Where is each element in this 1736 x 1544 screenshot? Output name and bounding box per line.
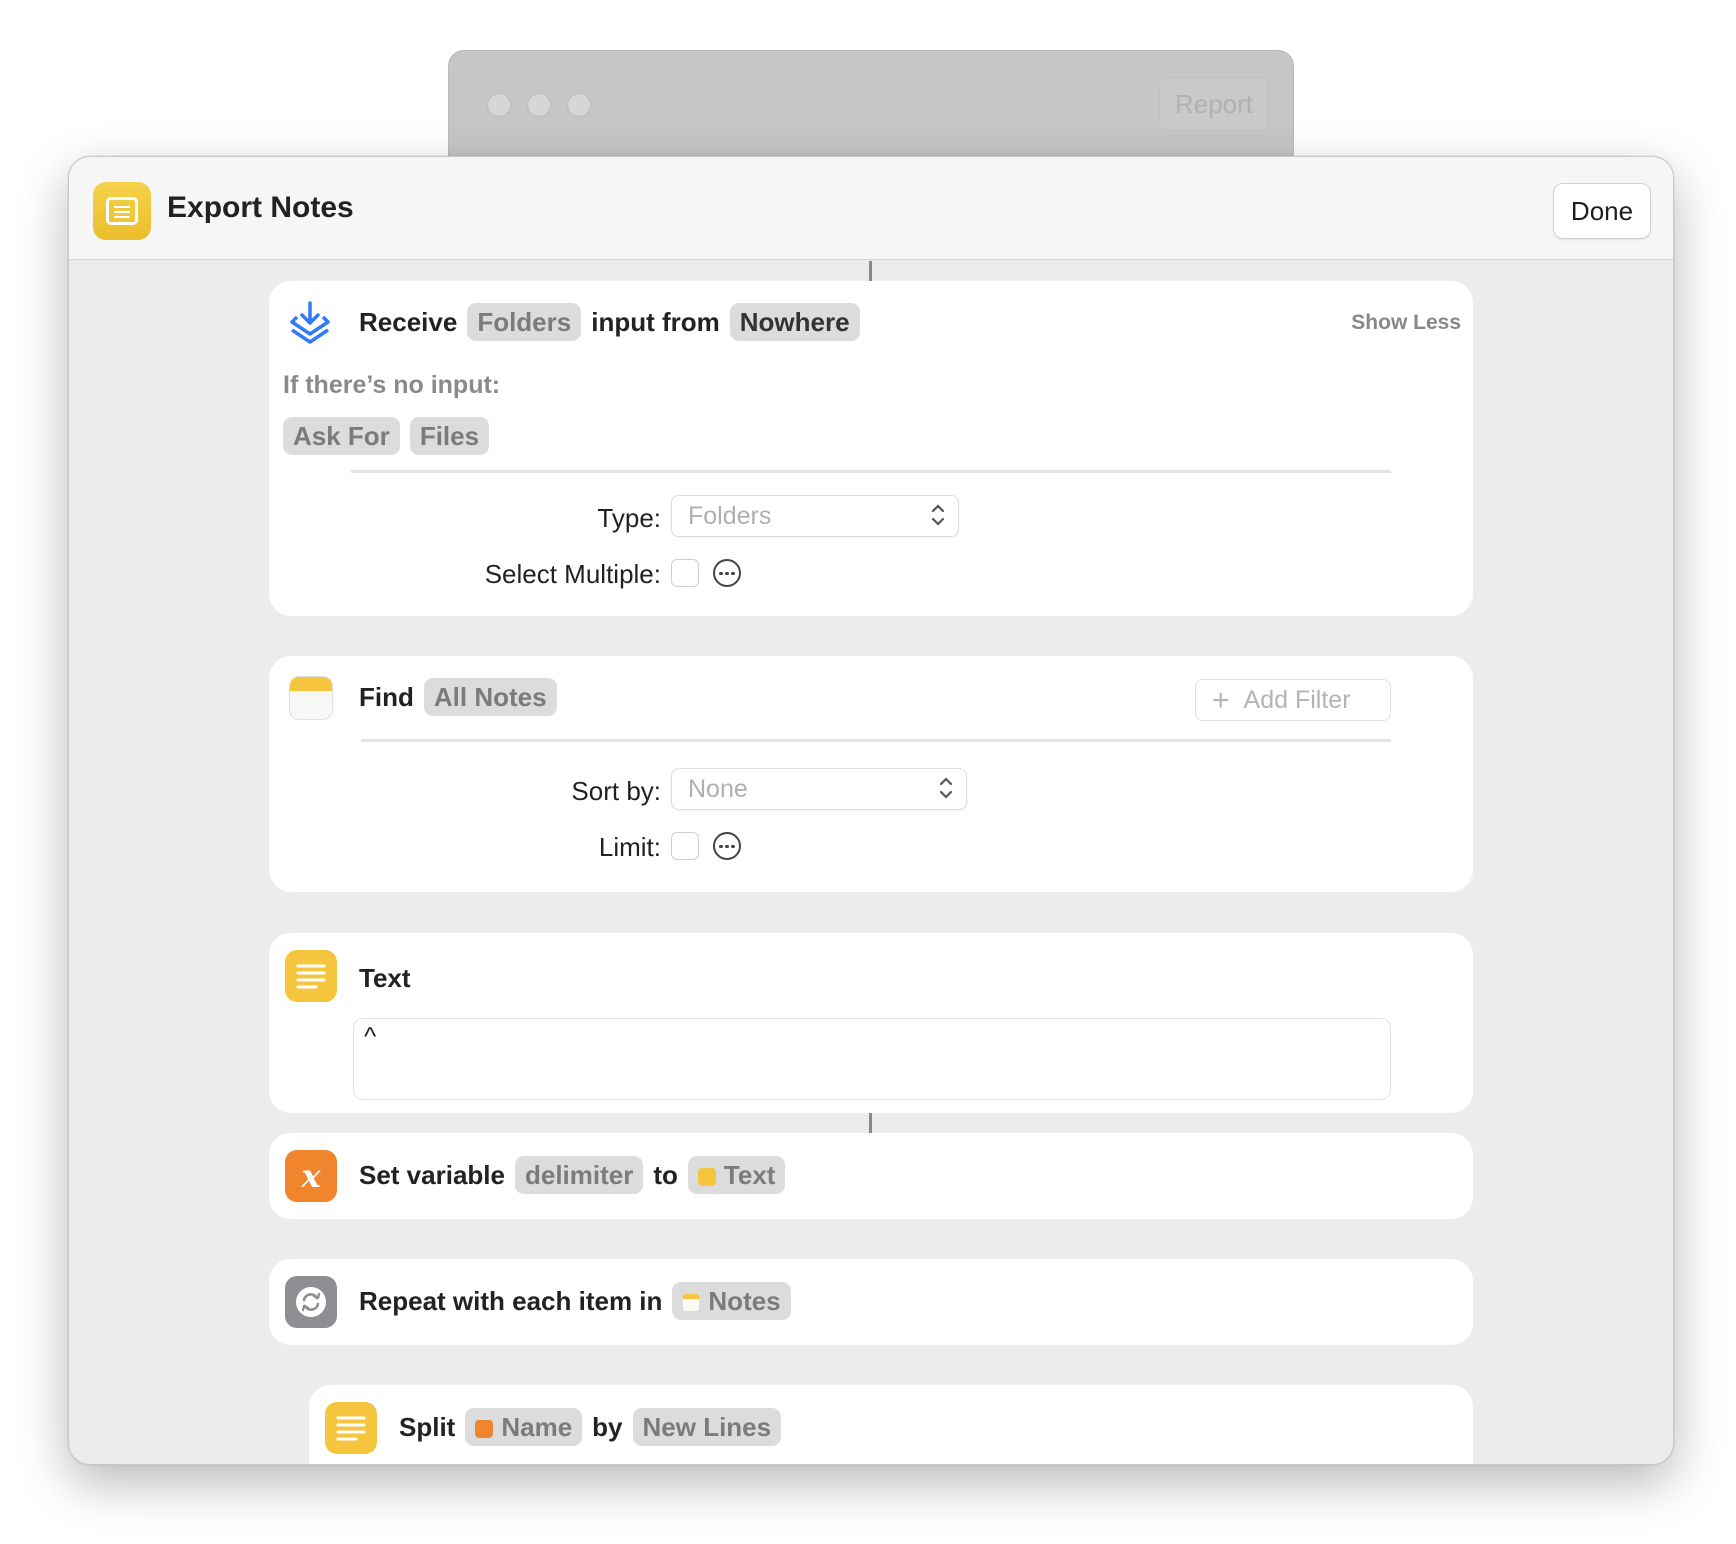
zoom-dot-icon bbox=[567, 93, 591, 117]
text-lines-icon bbox=[285, 950, 337, 1002]
find-notes-action: Find All Notes + Add Filter Sort by: None… bbox=[269, 656, 1473, 892]
files-token[interactable]: Files bbox=[409, 417, 490, 455]
chevron-updown-icon bbox=[939, 777, 953, 799]
select-multiple-checkbox[interactable] bbox=[671, 559, 699, 587]
report-button: Report bbox=[1159, 77, 1269, 131]
text-action: Text ^ bbox=[269, 933, 1473, 1113]
more-options-icon[interactable] bbox=[713, 832, 741, 860]
split-text-action: Split Name by New Lines bbox=[309, 1385, 1473, 1464]
select-multiple-label: Select Multiple: bbox=[484, 559, 661, 589]
text-lines-icon bbox=[325, 1402, 377, 1454]
variable-mini-icon bbox=[475, 1420, 494, 1438]
repeat-summary: Repeat with each item in Notes bbox=[359, 1282, 791, 1320]
notes-app-icon bbox=[289, 676, 333, 720]
name-variable-label: Name bbox=[501, 1412, 573, 1442]
limit-label: Limit: bbox=[598, 832, 661, 862]
input-from-label: input from bbox=[591, 306, 720, 337]
sort-by-value: None bbox=[688, 775, 748, 803]
receive-tray-icon bbox=[290, 301, 330, 344]
repeat-icon bbox=[285, 1276, 337, 1328]
find-summary: Find All Notes bbox=[359, 678, 557, 716]
no-input-options: Ask For Files bbox=[283, 417, 490, 455]
notes-variable-token[interactable]: Notes bbox=[672, 1282, 791, 1320]
receive-input-action: Receive Folders input from Nowhere Show … bbox=[269, 281, 1473, 616]
input-source-token[interactable]: Nowhere bbox=[729, 303, 860, 341]
split-verb: Split bbox=[399, 1411, 456, 1442]
text-variable-token[interactable]: Text bbox=[687, 1156, 786, 1194]
name-variable-token[interactable]: Name bbox=[465, 1408, 583, 1446]
notes-mini-icon bbox=[682, 1294, 701, 1312]
notes-variable-label: Notes bbox=[708, 1286, 781, 1316]
minimize-dot-icon bbox=[527, 93, 551, 117]
set-variable-verb: Set variable bbox=[359, 1159, 505, 1190]
chevron-updown-icon bbox=[931, 504, 945, 526]
by-label: by bbox=[592, 1411, 623, 1442]
limit-checkbox[interactable] bbox=[671, 832, 699, 860]
sort-by-select[interactable]: None bbox=[671, 768, 967, 810]
receive-verb: Receive bbox=[359, 306, 458, 337]
text-content-field[interactable]: ^ bbox=[353, 1018, 1391, 1100]
type-select[interactable]: Folders bbox=[671, 495, 959, 537]
text-action-title-row: Text bbox=[359, 963, 411, 994]
sheet-header: Export Notes Done bbox=[69, 157, 1673, 260]
shortcut-notes-icon[interactable] bbox=[93, 182, 151, 240]
type-select-value: Folders bbox=[688, 502, 772, 530]
repeat-each-action: Repeat with each item in Notes bbox=[269, 1259, 1473, 1345]
repeat-label: Repeat with each item in bbox=[359, 1285, 663, 1316]
plus-icon: + bbox=[1212, 684, 1230, 717]
all-notes-token[interactable]: All Notes bbox=[423, 678, 557, 716]
text-variable-label: Text bbox=[723, 1160, 776, 1190]
set-variable-action: x Set variable delimiter to Text bbox=[269, 1133, 1473, 1219]
shortcut-title[interactable]: Export Notes bbox=[167, 191, 354, 225]
input-type-token[interactable]: Folders bbox=[467, 303, 582, 341]
to-label: to bbox=[653, 1159, 678, 1190]
add-filter-button[interactable]: + Add Filter bbox=[1195, 679, 1391, 721]
flow-connector bbox=[869, 1113, 872, 1133]
shortcut-editor-sheet: Export Notes Done Receive Folders input … bbox=[68, 156, 1674, 1465]
show-less-button[interactable]: Show Less bbox=[1351, 311, 1461, 335]
split-mode-token[interactable]: New Lines bbox=[632, 1408, 782, 1446]
more-options-icon[interactable] bbox=[713, 559, 741, 587]
split-summary: Split Name by New Lines bbox=[399, 1408, 782, 1446]
flow-connector bbox=[869, 261, 872, 281]
set-variable-summary: Set variable delimiter to Text bbox=[359, 1156, 786, 1194]
text-action-title: Text bbox=[359, 963, 411, 993]
type-label: Type: bbox=[597, 503, 661, 533]
section-divider bbox=[361, 739, 1391, 742]
close-dot-icon bbox=[487, 93, 511, 117]
no-input-label: If there’s no input: bbox=[283, 371, 501, 399]
text-mini-icon bbox=[697, 1168, 716, 1186]
variable-name-token[interactable]: delimiter bbox=[514, 1156, 644, 1194]
done-button[interactable]: Done bbox=[1553, 183, 1651, 239]
receive-summary: Receive Folders input from Nowhere bbox=[359, 303, 860, 341]
actions-list: Receive Folders input from Nowhere Show … bbox=[69, 261, 1673, 1464]
variable-x-icon: x bbox=[285, 1150, 337, 1202]
add-filter-label: Add Filter bbox=[1243, 686, 1351, 714]
section-divider bbox=[351, 470, 1391, 473]
sort-by-label: Sort by: bbox=[571, 776, 661, 806]
find-verb: Find bbox=[359, 681, 414, 712]
ask-for-token[interactable]: Ask For bbox=[283, 417, 400, 455]
